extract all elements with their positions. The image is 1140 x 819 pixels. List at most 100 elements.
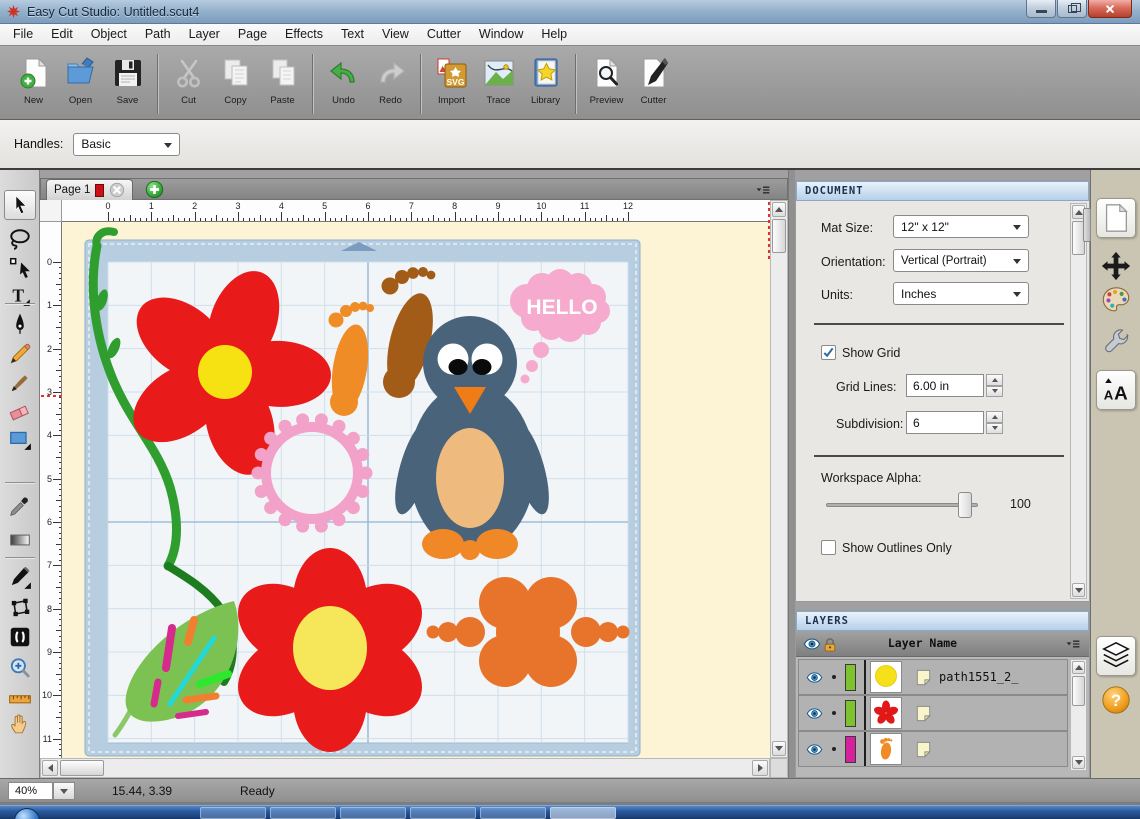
- panel-splitter[interactable]: [788, 170, 795, 778]
- restore-button[interactable]: [1057, 0, 1087, 18]
- workspace-alpha-thumb[interactable]: [958, 492, 972, 518]
- layer-row-3[interactable]: [798, 731, 1068, 767]
- note-icon[interactable]: [914, 740, 933, 759]
- horizontal-scroll-thumb[interactable]: [60, 760, 104, 776]
- toolbar-save-button[interactable]: Save: [104, 53, 151, 115]
- taskbar-app-button[interactable]: [410, 807, 476, 819]
- note-icon[interactable]: [914, 668, 933, 687]
- dock-grip[interactable]: [1083, 208, 1091, 242]
- scroll-thumb[interactable]: [1072, 676, 1085, 706]
- start-orb[interactable]: [14, 808, 40, 819]
- tool-select[interactable]: [4, 190, 36, 220]
- document-panel-scrollbar[interactable]: [1070, 203, 1087, 599]
- dock-layers-icon[interactable]: [1096, 636, 1136, 676]
- zoom-dropdown-button[interactable]: [53, 782, 75, 800]
- menu-file[interactable]: File: [4, 24, 42, 45]
- toolbar-trace-button[interactable]: Trace: [475, 53, 522, 115]
- note-icon[interactable]: [914, 704, 933, 723]
- tab-page-1[interactable]: Page 1: [46, 179, 133, 200]
- taskbar-app-button[interactable]: [270, 807, 336, 819]
- layer-thumbnail[interactable]: [870, 661, 902, 693]
- dock-palette-icon[interactable]: [1100, 284, 1132, 316]
- tool-ruler[interactable]: [8, 687, 32, 711]
- menu-layer[interactable]: Layer: [180, 24, 229, 45]
- minimize-button[interactable]: [1026, 0, 1056, 18]
- layer-color-bar[interactable]: [845, 664, 856, 691]
- layer-color-bar[interactable]: [845, 736, 856, 763]
- windows-taskbar[interactable]: [0, 805, 1140, 819]
- tool-stencil[interactable]: [8, 625, 32, 649]
- tool-eraser[interactable]: [8, 399, 32, 423]
- scroll-down-button[interactable]: [1072, 583, 1085, 597]
- menu-path[interactable]: Path: [136, 24, 180, 45]
- scroll-left-button[interactable]: [42, 760, 58, 776]
- taskbar-app-button[interactable]: [480, 807, 546, 819]
- scroll-down-button[interactable]: [772, 741, 786, 756]
- step-up-icon[interactable]: [986, 374, 1003, 386]
- tool-brush[interactable]: [8, 371, 32, 395]
- orientation-select[interactable]: Vertical (Portrait): [893, 249, 1029, 272]
- zoom-level-input[interactable]: 40%: [8, 782, 53, 800]
- workspace-alpha-slider[interactable]: [826, 503, 978, 507]
- tool-knife[interactable]: [8, 566, 32, 590]
- layers-scrollbar[interactable]: [1070, 659, 1087, 771]
- toolbar-undo-button[interactable]: Undo: [320, 53, 367, 115]
- show-outlines-checkbox[interactable]: [821, 540, 836, 555]
- dock-move-icon[interactable]: [1100, 250, 1132, 282]
- grid-lines-input[interactable]: 6.00 in: [906, 374, 984, 397]
- scroll-up-button[interactable]: [772, 202, 786, 217]
- design-canvas[interactable]: HELLO: [62, 222, 770, 758]
- layer-thumbnail[interactable]: [870, 733, 902, 765]
- layer-color-bar[interactable]: [845, 700, 856, 727]
- layer-row-2[interactable]: [798, 695, 1068, 731]
- visibility-eye-icon[interactable]: [806, 741, 823, 758]
- layer-thumbnail[interactable]: [870, 697, 902, 729]
- subdivision-input[interactable]: 6: [906, 411, 984, 434]
- menu-page[interactable]: Page: [229, 24, 276, 45]
- visibility-eye-icon[interactable]: [806, 669, 823, 686]
- layer-row-1[interactable]: path1551_2_: [798, 659, 1068, 695]
- dock-wrench-icon[interactable]: [1100, 326, 1132, 358]
- layers-options-menu-icon[interactable]: [1063, 636, 1083, 652]
- add-page-button[interactable]: [145, 180, 164, 199]
- tool-zoom[interactable]: [8, 656, 32, 680]
- handles-select[interactable]: Basic: [73, 133, 180, 156]
- tool-pencil[interactable]: [8, 342, 32, 366]
- subdivision-stepper[interactable]: [986, 411, 1003, 434]
- mat-size-select[interactable]: 12" x 12": [893, 215, 1029, 238]
- taskbar-app-button[interactable]: [550, 807, 616, 819]
- menu-edit[interactable]: Edit: [42, 24, 82, 45]
- canvas-horizontal-scrollbar[interactable]: [40, 758, 770, 778]
- scroll-right-button[interactable]: [752, 760, 768, 776]
- dock-help-icon[interactable]: ?: [1100, 684, 1132, 716]
- step-down-icon[interactable]: [986, 386, 1003, 398]
- grid-lines-stepper[interactable]: [986, 374, 1003, 397]
- canvas-vertical-scrollbar[interactable]: [770, 200, 788, 758]
- toolbar-library-button[interactable]: Library: [522, 53, 569, 115]
- show-grid-checkbox[interactable]: [821, 345, 836, 360]
- taskbar-app-button[interactable]: [200, 807, 266, 819]
- units-select[interactable]: Inches: [893, 282, 1029, 305]
- tool-rectangle[interactable]: [8, 427, 32, 451]
- close-page-icon[interactable]: [109, 182, 125, 198]
- tool-lasso[interactable]: [8, 227, 32, 251]
- tool-eyedropper[interactable]: [8, 494, 32, 518]
- tool-pen[interactable]: [8, 312, 32, 336]
- visibility-eye-icon[interactable]: [806, 705, 823, 722]
- menu-text[interactable]: Text: [332, 24, 373, 45]
- menu-help[interactable]: Help: [532, 24, 576, 45]
- tab-options-menu-icon[interactable]: [753, 182, 773, 198]
- toolbar-preview-button[interactable]: Preview: [583, 53, 630, 115]
- menu-cutter[interactable]: Cutter: [418, 24, 470, 45]
- step-up-icon[interactable]: [986, 411, 1003, 423]
- tool-hand[interactable]: [8, 711, 32, 735]
- vertical-scroll-thumb[interactable]: [772, 219, 786, 253]
- tool-gradient[interactable]: [8, 528, 32, 552]
- dock-fontsize-icon[interactable]: AA: [1096, 370, 1136, 410]
- menu-window[interactable]: Window: [470, 24, 532, 45]
- menu-view[interactable]: View: [373, 24, 418, 45]
- menu-object[interactable]: Object: [82, 24, 136, 45]
- tool-node-edit[interactable]: [8, 596, 32, 620]
- toolbar-open-button[interactable]: Open: [57, 53, 104, 115]
- taskbar-app-button[interactable]: [340, 807, 406, 819]
